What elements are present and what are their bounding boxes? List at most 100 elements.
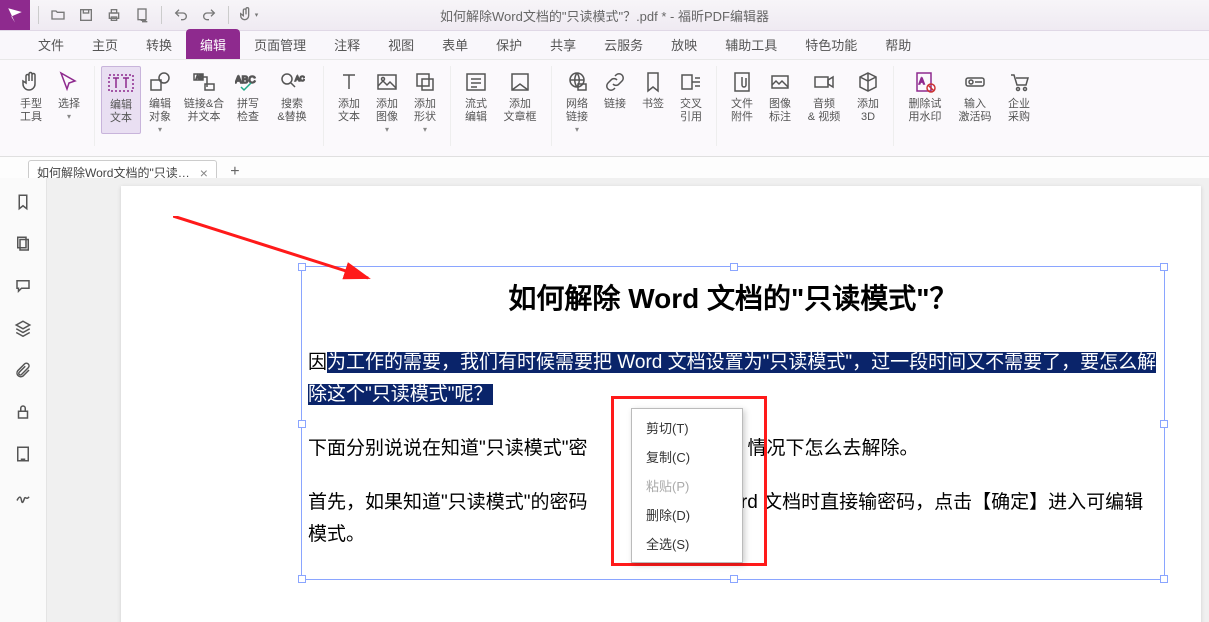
menu-special[interactable]: 特色功能 <box>791 29 871 59</box>
edit-object-button[interactable]: 编辑对象▾ <box>141 66 179 134</box>
resize-handle[interactable] <box>730 263 738 271</box>
fields-panel-icon[interactable] <box>11 442 35 466</box>
link-icon <box>601 68 629 96</box>
menu-file[interactable]: 文件 <box>24 29 78 59</box>
side-panel <box>0 178 47 622</box>
link-button[interactable]: 链接 <box>596 66 634 134</box>
file-attach-button[interactable]: 文件附件 <box>723 66 761 124</box>
resize-handle[interactable] <box>298 575 306 583</box>
menu-convert[interactable]: 转换 <box>132 29 186 59</box>
menu-help[interactable]: 帮助 <box>871 29 925 59</box>
resize-handle[interactable] <box>1160 575 1168 583</box>
doc-paragraph-1[interactable]: 因为工作的需要，我们有时候需要把 Word 文档设置为"只读模式"，过一段时间又… <box>308 347 1158 411</box>
attachments-panel-icon[interactable] <box>11 358 35 382</box>
app-logo <box>0 0 30 30</box>
menu-cloud[interactable]: 云服务 <box>590 29 657 59</box>
image-icon <box>373 68 401 96</box>
svg-text:AB: AB <box>196 75 203 81</box>
menu-form[interactable]: 表单 <box>428 29 482 59</box>
ctx-select-all[interactable]: 全选(S) <box>632 529 742 558</box>
resize-handle[interactable] <box>1160 420 1168 428</box>
menu-bar: 文件 主页 转换 编辑 页面管理 注释 视图 表单 保护 共享 云服务 放映 辅… <box>0 31 1209 60</box>
svg-text:ABC: ABC <box>235 75 256 86</box>
cart-icon <box>1005 68 1033 96</box>
crossref-icon <box>677 68 705 96</box>
resize-handle[interactable] <box>298 263 306 271</box>
bookmark-button[interactable]: 书签 <box>634 66 672 134</box>
document-title: 如何解除Word文档的"只读模式"？.pdf * - 福昕PDF编辑器 <box>440 6 769 25</box>
resize-handle[interactable] <box>730 575 738 583</box>
menu-protect[interactable]: 保护 <box>482 29 536 59</box>
svg-text:A: A <box>919 77 925 86</box>
crossref-button[interactable]: 交叉引用 <box>672 66 710 134</box>
audio-video-button[interactable]: 音频& 视频 <box>799 66 849 124</box>
camera-icon <box>810 68 838 96</box>
bookmark-icon <box>639 68 667 96</box>
reflow-icon <box>462 68 490 96</box>
attachment-icon <box>728 68 756 96</box>
print-icon[interactable] <box>101 2 127 28</box>
ctx-copy[interactable]: 复制(C) <box>632 442 742 471</box>
ctx-delete[interactable]: 删除(D) <box>632 500 742 529</box>
menu-share[interactable]: 共享 <box>536 29 590 59</box>
hand-icon <box>17 68 45 96</box>
workspace: 如何解除 Word 文档的"只读模式"？ 因为工作的需要，我们有时候需要把 Wo… <box>0 178 1209 622</box>
add-shape-button[interactable]: 添加形状▾ <box>406 66 444 134</box>
svg-text:AC: AC <box>295 76 305 83</box>
article-box-icon <box>506 68 534 96</box>
redo-icon[interactable] <box>196 2 222 28</box>
pages-panel-icon[interactable] <box>11 232 35 256</box>
add-image-button[interactable]: 添加图像▾ <box>368 66 406 134</box>
signature-panel-icon[interactable] <box>11 484 35 508</box>
open-icon[interactable] <box>45 2 71 28</box>
menu-page[interactable]: 页面管理 <box>240 29 320 59</box>
menu-play[interactable]: 放映 <box>657 29 711 59</box>
menu-assist[interactable]: 辅助工具 <box>711 29 791 59</box>
image-annot-button[interactable]: 图像标注 <box>761 66 799 124</box>
shapes-icon <box>146 68 174 96</box>
save-icon[interactable] <box>73 2 99 28</box>
ribbon-toolbar: 手型工具 选择▾ 编辑文本 编辑对象▾ AB链接&合并文本 ABC拼写检查 AC… <box>0 60 1209 157</box>
resize-handle[interactable] <box>1160 263 1168 271</box>
menu-view[interactable]: 视图 <box>374 29 428 59</box>
cube-icon <box>854 68 882 96</box>
doc-heading[interactable]: 如何解除 Word 文档的"只读模式"？ <box>308 277 1158 317</box>
context-menu: 剪切(T) 复制(C) 粘贴(P) 删除(D) 全选(S) <box>631 408 743 563</box>
weblink-button[interactable]: 网络链接▾ <box>558 66 596 134</box>
comments-panel-icon[interactable] <box>11 274 35 298</box>
add-text-button[interactable]: 添加文本 <box>330 66 368 134</box>
edit-text-button[interactable]: 编辑文本 <box>101 66 141 134</box>
globe-link-icon <box>563 68 591 96</box>
image-annot-icon <box>766 68 794 96</box>
quick-access-toolbar: ▾ <box>34 2 261 28</box>
bookmark-panel-icon[interactable] <box>11 190 35 214</box>
selected-text: 为工作的需要，我们有时候需要把 Word 文档设置为"只读模式"，过一段时间又不… <box>308 352 1156 405</box>
hand-qat-icon[interactable]: ▾ <box>235 2 261 28</box>
search-replace-button[interactable]: AC搜索&替换 <box>267 66 317 134</box>
text-edit-icon <box>107 69 135 97</box>
enterprise-button[interactable]: 企业采购 <box>1000 66 1038 124</box>
ctx-cut[interactable]: 剪切(T) <box>632 413 742 442</box>
text-icon <box>335 68 363 96</box>
menu-comment[interactable]: 注释 <box>320 29 374 59</box>
new-doc-icon[interactable] <box>129 2 155 28</box>
add-box-button[interactable]: 添加文章框 <box>495 66 545 124</box>
flow-edit-button[interactable]: 流式编辑 <box>457 66 495 124</box>
textbox-link-icon: AB <box>190 68 218 96</box>
security-panel-icon[interactable] <box>11 400 35 424</box>
ctx-paste: 粘贴(P) <box>632 471 742 500</box>
layers-panel-icon[interactable] <box>11 316 35 340</box>
spellcheck-button[interactable]: ABC拼写检查 <box>229 66 267 134</box>
undo-icon[interactable] <box>168 2 194 28</box>
menu-edit[interactable]: 编辑 <box>186 29 240 59</box>
resize-handle[interactable] <box>298 420 306 428</box>
title-bar: ▾ 如何解除Word文档的"只读模式"？.pdf * - 福昕PDF编辑器 <box>0 0 1209 31</box>
menu-home[interactable]: 主页 <box>78 29 132 59</box>
add-3d-button[interactable]: 添加3D <box>849 66 887 124</box>
link-merge-button[interactable]: AB链接&合并文本 <box>179 66 229 134</box>
activation-button[interactable]: 输入激活码 <box>950 66 1000 124</box>
canvas-area[interactable]: 如何解除 Word 文档的"只读模式"？ 因为工作的需要，我们有时候需要把 Wo… <box>47 178 1209 622</box>
remove-watermark-button[interactable]: A删除试用水印 <box>900 66 950 124</box>
select-tool-button[interactable]: 选择▾ <box>50 66 88 124</box>
hand-tool-button[interactable]: 手型工具 <box>12 66 50 124</box>
